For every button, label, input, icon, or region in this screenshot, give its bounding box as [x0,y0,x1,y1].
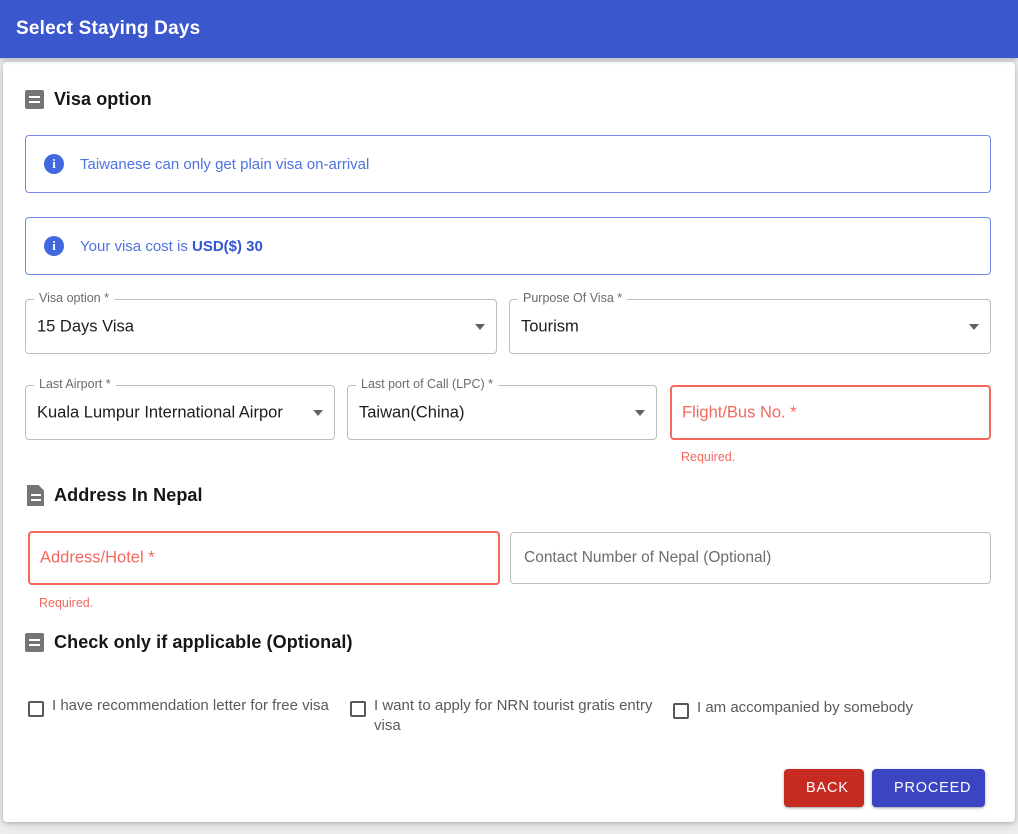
address-section-heading: Address In Nepal [27,485,203,506]
visa-option-select[interactable]: Visa option * 15 Days Visa [25,292,497,354]
address-hotel-input[interactable]: Address/Hotel * [28,531,500,585]
page-root: Select Staying Days Visa option i Taiwan… [0,0,1018,834]
checkbox-recommendation-letter[interactable]: I have recommendation letter for free vi… [28,696,343,717]
address-hotel-placeholder: Address/Hotel * [40,548,155,567]
contact-number-input[interactable]: Contact Number of Nepal (Optional) [510,532,991,584]
last-airport-value: Kuala Lumpur International Airpor [37,403,283,421]
subject-icon [25,633,44,652]
contact-number-placeholder: Contact Number of Nepal (Optional) [524,549,772,566]
purpose-of-visa-label: Purpose Of Visa * [518,292,628,305]
checkbox-nrn-tourist-gratis[interactable]: I want to apply for NRN tourist gratis e… [350,696,660,736]
proceed-button[interactable]: PROCEED [872,769,985,807]
optional-section-heading: Check only if applicable (Optional) [25,632,353,653]
info-icon: i [44,236,64,256]
form-card: Visa option i Taiwanese can only get pla… [3,62,1015,822]
checkbox-accompanied-by-somebody[interactable]: I am accompanied by somebody [673,698,983,719]
checkbox-box-icon[interactable] [28,701,44,717]
last-airport-select[interactable]: Last Airport * Kuala Lumpur Internationa… [25,378,335,440]
visa-option-label: Visa option * [34,292,114,305]
flight-bus-no-error: Required. [681,450,736,464]
visa-option-value: 15 Days Visa [37,317,134,335]
article-icon [27,485,44,506]
checkbox-box-icon[interactable] [350,701,366,717]
field-outline [509,299,991,354]
visa-cost-alert-text: Your visa cost is USD($) 30 [80,238,263,255]
visa-option-section-heading: Visa option [25,89,152,110]
checkbox-label: I want to apply for NRN tourist gratis e… [374,697,653,734]
purpose-of-visa-value: Tourism [521,317,579,335]
optional-section-title: Check only if applicable (Optional) [54,632,353,652]
checkbox-label: I am accompanied by somebody [697,699,913,716]
last-port-of-call-value: Taiwan(China) [359,403,465,421]
visa-option-section-title: Visa option [54,89,152,109]
chevron-down-icon[interactable] [475,323,485,330]
last-port-of-call-label: Last port of Call (LPC) * [356,378,498,391]
visa-cost-alert: i Your visa cost is USD($) 30 [25,217,991,275]
flight-bus-no-placeholder: Flight/Bus No. * [682,403,797,421]
chevron-down-icon[interactable] [969,323,979,330]
page-title: Select Staying Days [16,18,201,39]
visa-cost-amount: USD($) 30 [192,237,263,255]
address-section-title: Address In Nepal [54,485,203,505]
last-airport-label: Last Airport * [34,378,116,391]
info-icon: i [44,154,64,174]
visa-eligibility-alert: i Taiwanese can only get plain visa on-a… [25,135,991,193]
visa-eligibility-alert-text: Taiwanese can only get plain visa on-arr… [80,155,370,173]
checkbox-label: I have recommendation letter for free vi… [52,697,329,714]
checkbox-box-icon[interactable] [673,703,689,719]
flight-bus-no-input[interactable]: Flight/Bus No. * [670,385,991,440]
back-button[interactable]: BACK [784,769,864,807]
app-header: Select Staying Days [0,0,1018,58]
visa-cost-prefix: Your visa cost is [80,237,192,255]
chevron-down-icon[interactable] [313,409,323,416]
address-hotel-error: Required. [39,596,94,610]
purpose-of-visa-select[interactable]: Purpose Of Visa * Tourism [509,292,991,354]
subject-icon [25,90,44,109]
last-port-of-call-select[interactable]: Last port of Call (LPC) * Taiwan(China) [347,378,657,440]
chevron-down-icon[interactable] [635,409,645,416]
